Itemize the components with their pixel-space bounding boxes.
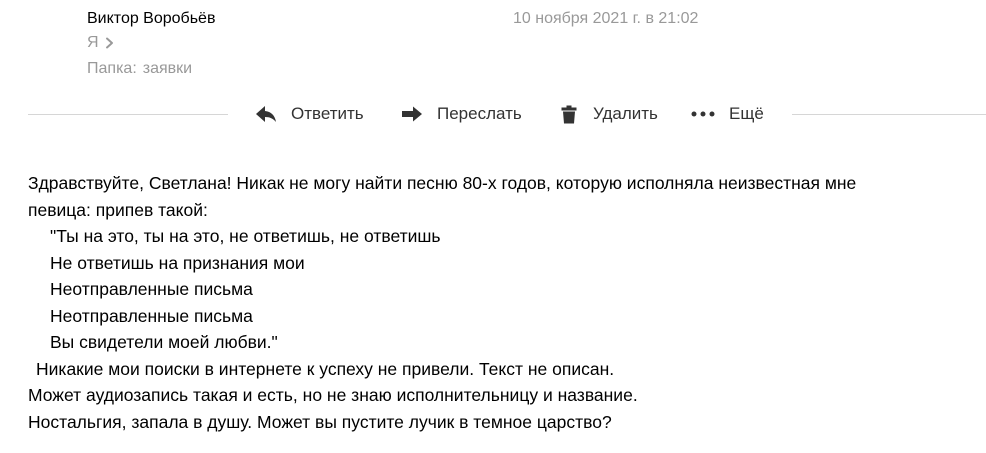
- message-body: Здравствуйте, Светлана! Никак не могу на…: [28, 170, 978, 435]
- more-button[interactable]: Ещё: [691, 101, 764, 127]
- lyrics-line: Неотправленные письма: [50, 279, 253, 299]
- message-line: Никакие мои поиски в интернете к успеху …: [36, 358, 615, 379]
- message-toolbar: Ответить Переслать Удалить Ещё: [255, 101, 764, 127]
- folder-label: Папка:: [87, 60, 137, 77]
- delete-label: Удалить: [593, 104, 658, 123]
- folder-name[interactable]: заявки: [143, 60, 192, 77]
- recipient-toggle[interactable]: Я: [87, 32, 114, 54]
- toolbar-divider-right: [792, 114, 986, 115]
- message-line: Может аудиозапись такая и есть, но не зн…: [28, 385, 638, 405]
- toolbar-divider-left: [28, 114, 228, 115]
- message-line: певица: припев такой:: [28, 199, 208, 220]
- trash-icon: [561, 105, 577, 124]
- more-label: Ещё: [729, 104, 764, 123]
- sender-name[interactable]: Виктор Воробьёв: [87, 8, 215, 30]
- message-line: Ностальгия, запала в душу. Может вы пуст…: [28, 411, 612, 432]
- lyrics-line: Неотправленные письма: [50, 305, 253, 326]
- lyrics-line: Не ответишь на признания мои: [50, 252, 305, 273]
- chevron-right-icon: [105, 37, 113, 49]
- more-dots-icon: [691, 111, 715, 117]
- reply-button[interactable]: Ответить: [255, 101, 401, 127]
- reply-arrow-icon: [255, 105, 277, 123]
- message-line: Здравствуйте, Светлана! Никак не могу на…: [28, 173, 857, 193]
- reply-label: Ответить: [291, 104, 364, 123]
- lyrics-line: Вы свидетели моей любви.": [50, 332, 278, 352]
- forward-arrow-icon: [401, 106, 423, 122]
- recipient-label: Я: [87, 34, 99, 51]
- lyrics-line: "Ты на это, ты на это, не ответишь, не о…: [50, 226, 441, 246]
- forward-label: Переслать: [437, 104, 522, 123]
- delete-button[interactable]: Удалить: [561, 101, 691, 127]
- message-date: 10 ноября 2021 г. в 21:02: [513, 10, 699, 27]
- folder-info: Папка: заявки: [87, 58, 192, 80]
- forward-button[interactable]: Переслать: [401, 101, 561, 127]
